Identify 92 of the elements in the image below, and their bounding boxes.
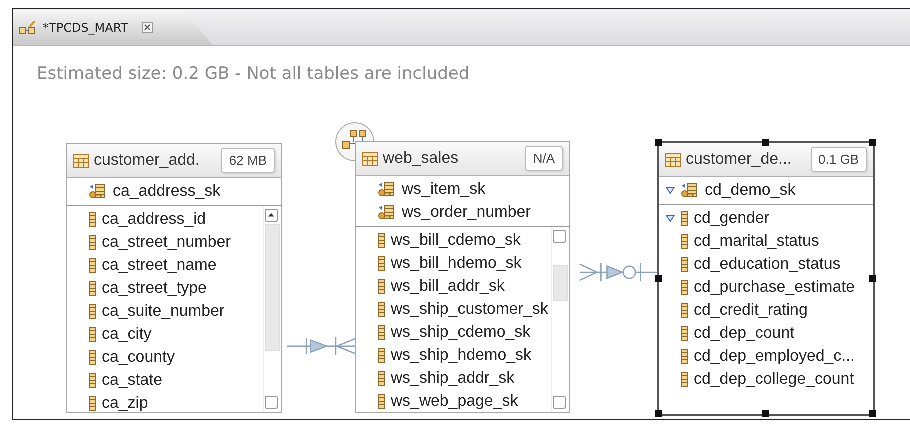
key-column-row[interactable]: ws_item_sk [356, 178, 569, 201]
selection-handle[interactable] [762, 139, 769, 146]
column-row[interactable]: ca_address_id [67, 208, 263, 231]
column-row[interactable]: cd_dep_count [659, 322, 873, 345]
column-row[interactable]: ws_bill_hdemo_sk [356, 252, 551, 275]
column-icon [378, 348, 385, 363]
scroll-thumb[interactable] [265, 224, 280, 351]
selection-handle[interactable] [869, 139, 876, 146]
column-icon [89, 327, 96, 342]
column-icon [378, 371, 385, 386]
key-column-row[interactable]: cd_demo_sk [659, 179, 873, 202]
table-icon [665, 152, 681, 166]
column-icon [89, 396, 96, 411]
size-badge: N/A [525, 146, 563, 171]
column-icon [378, 256, 385, 271]
column-row[interactable]: cd_dep_employed_c... [659, 345, 873, 368]
column-icon [681, 211, 688, 226]
selection-handle[interactable] [869, 274, 876, 282]
column-row[interactable]: ca_city [67, 323, 263, 346]
column-row[interactable]: ca_street_number [67, 231, 263, 254]
column-icon [681, 257, 688, 272]
column-row[interactable]: ws_bill_addr_sk [356, 275, 551, 298]
scroll-thumb[interactable] [553, 265, 568, 301]
column-icon [89, 304, 96, 319]
column-row[interactable]: cd_education_status [659, 253, 873, 276]
column-row[interactable]: ca_zip [67, 392, 263, 412]
column-row[interactable]: cd_dep_college_count [659, 368, 873, 391]
scroll-up-icon[interactable] [265, 209, 278, 222]
editor-tab[interactable]: *TPCDS_MART [13, 10, 213, 45]
selection-handle[interactable] [655, 274, 662, 282]
estimated-size-text: Estimated size: 0.2 GB - Not all tables are included [37, 64, 470, 84]
key-column-icon [378, 182, 396, 198]
scroll-up-button[interactable] [553, 230, 566, 243]
table-icon [73, 154, 89, 168]
table-node[interactable]: customer_de... 0.1 GB cd_demo_sk cd_gender cd_marital_status cd_education_status cd_purchase_estimate cd_credit_rating cd_dep_count cd_dep_employed_c... cd_dep_college_count [657, 141, 875, 416]
scrollbar[interactable] [263, 206, 281, 412]
key-column-icon [681, 182, 699, 198]
diagram-icon [19, 20, 37, 34]
column-row[interactable]: ca_state [67, 369, 263, 392]
column-row[interactable]: ca_county [67, 346, 263, 369]
key-column-row[interactable]: ws_order_number [356, 201, 569, 224]
column-row[interactable]: ws_ship_hdemo_sk [356, 344, 551, 367]
column-row[interactable]: ca_street_type [67, 277, 263, 300]
key-column-icon [378, 204, 396, 220]
column-row[interactable]: cd_gender [659, 207, 873, 230]
key-column-row[interactable]: ca_address_sk [67, 180, 281, 203]
scroll-down-button[interactable] [553, 396, 566, 409]
tab-title: *TPCDS_MART [43, 20, 128, 34]
table-name: web_sales [383, 150, 460, 168]
column-icon [378, 233, 385, 248]
scroll-down-button[interactable] [265, 396, 278, 409]
column-icon [89, 350, 96, 365]
selection-handle[interactable] [655, 139, 662, 146]
scrollbar[interactable] [551, 227, 569, 412]
column-row[interactable]: ws_ship_addr_sk [356, 367, 551, 390]
table-name: customer_de... [686, 150, 793, 168]
column-icon [681, 303, 688, 318]
column-icon [681, 372, 688, 387]
column-icon [89, 235, 96, 250]
size-badge: 62 MB [221, 148, 275, 173]
column-icon [378, 394, 385, 409]
size-badge: 0.1 GB [810, 147, 867, 172]
column-icon [378, 279, 385, 294]
selection-handle[interactable] [655, 410, 662, 417]
table-icon [362, 152, 378, 166]
column-row[interactable]: ca_street_name [67, 254, 263, 277]
relationship-connector[interactable] [580, 263, 659, 282]
close-icon[interactable] [142, 22, 154, 33]
column-row[interactable]: cd_purchase_estimate [659, 276, 873, 299]
column-icon [681, 326, 688, 341]
column-row[interactable]: ws_ship_cdemo_sk [356, 321, 551, 344]
column-icon [378, 302, 385, 317]
table-node[interactable]: customer_add. 62 MB ca_address_sk ca_address_id ca_street_number ca_street_name ca_street_type ca_suite_number ca_city ca_county ca_state ca_zip [66, 143, 282, 413]
column-row[interactable]: ws_web_page_sk [356, 390, 551, 412]
column-icon [681, 349, 688, 364]
column-row[interactable]: cd_marital_status [659, 230, 873, 253]
column-icon [89, 281, 96, 296]
column-icon [681, 234, 688, 249]
column-icon [89, 373, 96, 388]
column-row[interactable]: ca_suite_number [67, 300, 263, 323]
column-icon [378, 325, 385, 340]
table-node[interactable]: web_sales N/A ws_item_sk ws_order_number ws_bill_cdemo_sk ws_bill_hdemo_sk ws_bill_addr_sk ws_ship_customer_sk ws_ship_cdemo_sk ws_ship_hdemo_sk ws_ship_addr_sk ws_web_page_sk [355, 141, 570, 413]
table-name: customer_add. [94, 152, 201, 170]
column-icon [89, 212, 96, 227]
column-row[interactable]: cd_credit_rating [659, 299, 873, 322]
column-icon [681, 280, 688, 295]
column-row[interactable]: ws_bill_cdemo_sk [356, 229, 551, 252]
key-column-icon [89, 184, 107, 200]
column-icon [89, 258, 96, 273]
selection-handle[interactable] [869, 410, 876, 417]
column-row[interactable]: ws_ship_customer_sk [356, 298, 551, 321]
selection-handle[interactable] [762, 410, 769, 417]
